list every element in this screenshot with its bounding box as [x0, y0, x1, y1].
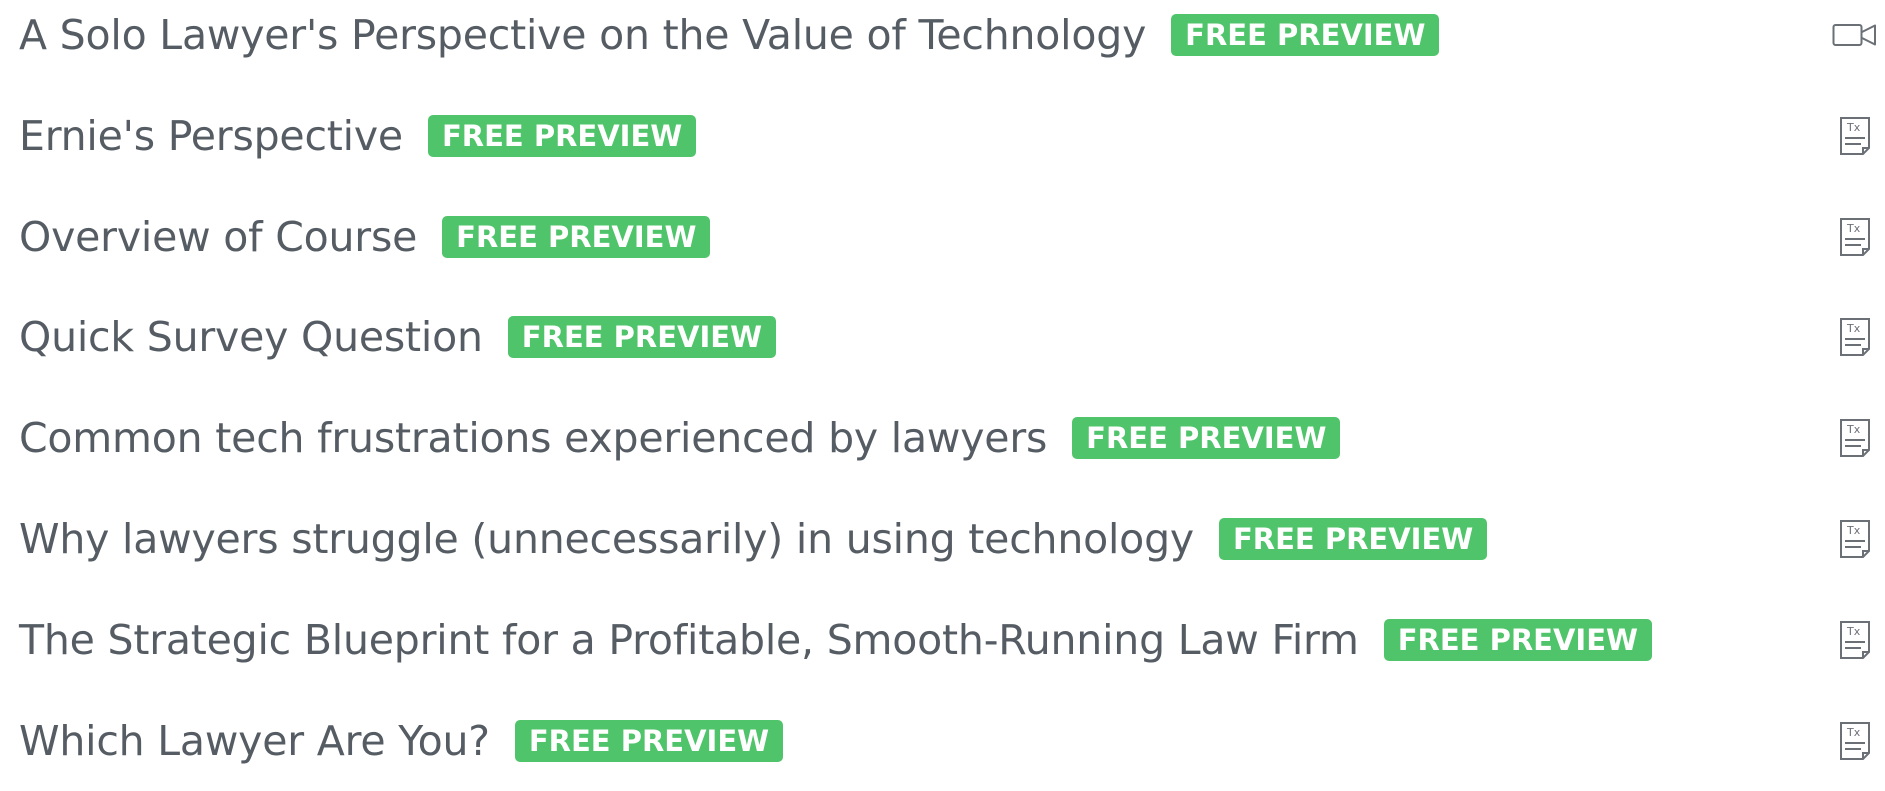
free-preview-badge: FREE PREVIEW [1218, 518, 1488, 560]
lesson-row[interactable]: Which Lawyer Are You? FREE PREVIEW Tx [0, 691, 1885, 791]
text-document-icon: Tx [1825, 719, 1885, 763]
lesson-title[interactable]: Common tech frustrations experienced by … [19, 414, 1047, 462]
lesson-row[interactable]: Why lawyers struggle (unnecessarily) in … [0, 489, 1885, 589]
lesson-title[interactable]: Why lawyers struggle (unnecessarily) in … [19, 515, 1194, 563]
svg-text:Tx: Tx [1846, 222, 1861, 235]
text-document-icon: Tx [1825, 416, 1885, 460]
lesson-row[interactable]: Quick Survey Question FREE PREVIEW Tx [0, 287, 1885, 387]
lesson-row[interactable]: A Solo Lawyer's Perspective on the Value… [0, 0, 1885, 85]
lesson-list: A Solo Lawyer's Perspective on the Value… [0, 0, 1885, 765]
svg-text:Tx: Tx [1846, 423, 1861, 436]
lesson-row[interactable]: Ernie's Perspective FREE PREVIEW Tx [0, 86, 1885, 186]
free-preview-badge: FREE PREVIEW [442, 216, 711, 258]
lesson-title[interactable]: The Strategic Blueprint for a Profitable… [19, 616, 1359, 664]
video-icon [1825, 13, 1885, 57]
free-preview-badge: FREE PREVIEW [1072, 417, 1341, 459]
lesson-row[interactable]: The Strategic Blueprint for a Profitable… [0, 590, 1885, 690]
svg-text:Tx: Tx [1846, 322, 1861, 335]
lesson-row[interactable]: Common tech frustrations experienced by … [0, 388, 1885, 488]
free-preview-badge: FREE PREVIEW [427, 115, 697, 157]
text-document-icon: Tx [1825, 618, 1885, 662]
svg-text:Tx: Tx [1846, 726, 1861, 739]
lesson-title[interactable]: Overview of Course [19, 213, 417, 261]
svg-text:Tx: Tx [1846, 625, 1861, 638]
lesson-title[interactable]: A Solo Lawyer's Perspective on the Value… [19, 11, 1146, 59]
free-preview-badge: FREE PREVIEW [507, 316, 777, 358]
text-document-icon: Tx [1825, 315, 1885, 359]
text-document-icon: Tx [1825, 215, 1885, 259]
free-preview-badge: FREE PREVIEW [1171, 14, 1440, 56]
lesson-title[interactable]: Quick Survey Question [19, 313, 483, 361]
text-document-icon: Tx [1825, 114, 1885, 158]
svg-text:Tx: Tx [1846, 524, 1861, 537]
lesson-title[interactable]: Which Lawyer Are You? [19, 717, 490, 765]
svg-text:Tx: Tx [1846, 121, 1861, 134]
free-preview-badge: FREE PREVIEW [514, 720, 784, 762]
text-document-icon: Tx [1825, 517, 1885, 561]
free-preview-badge: FREE PREVIEW [1383, 619, 1653, 661]
lesson-title[interactable]: Ernie's Perspective [19, 112, 403, 160]
lesson-row[interactable]: Overview of Course FREE PREVIEW Tx [0, 187, 1885, 287]
